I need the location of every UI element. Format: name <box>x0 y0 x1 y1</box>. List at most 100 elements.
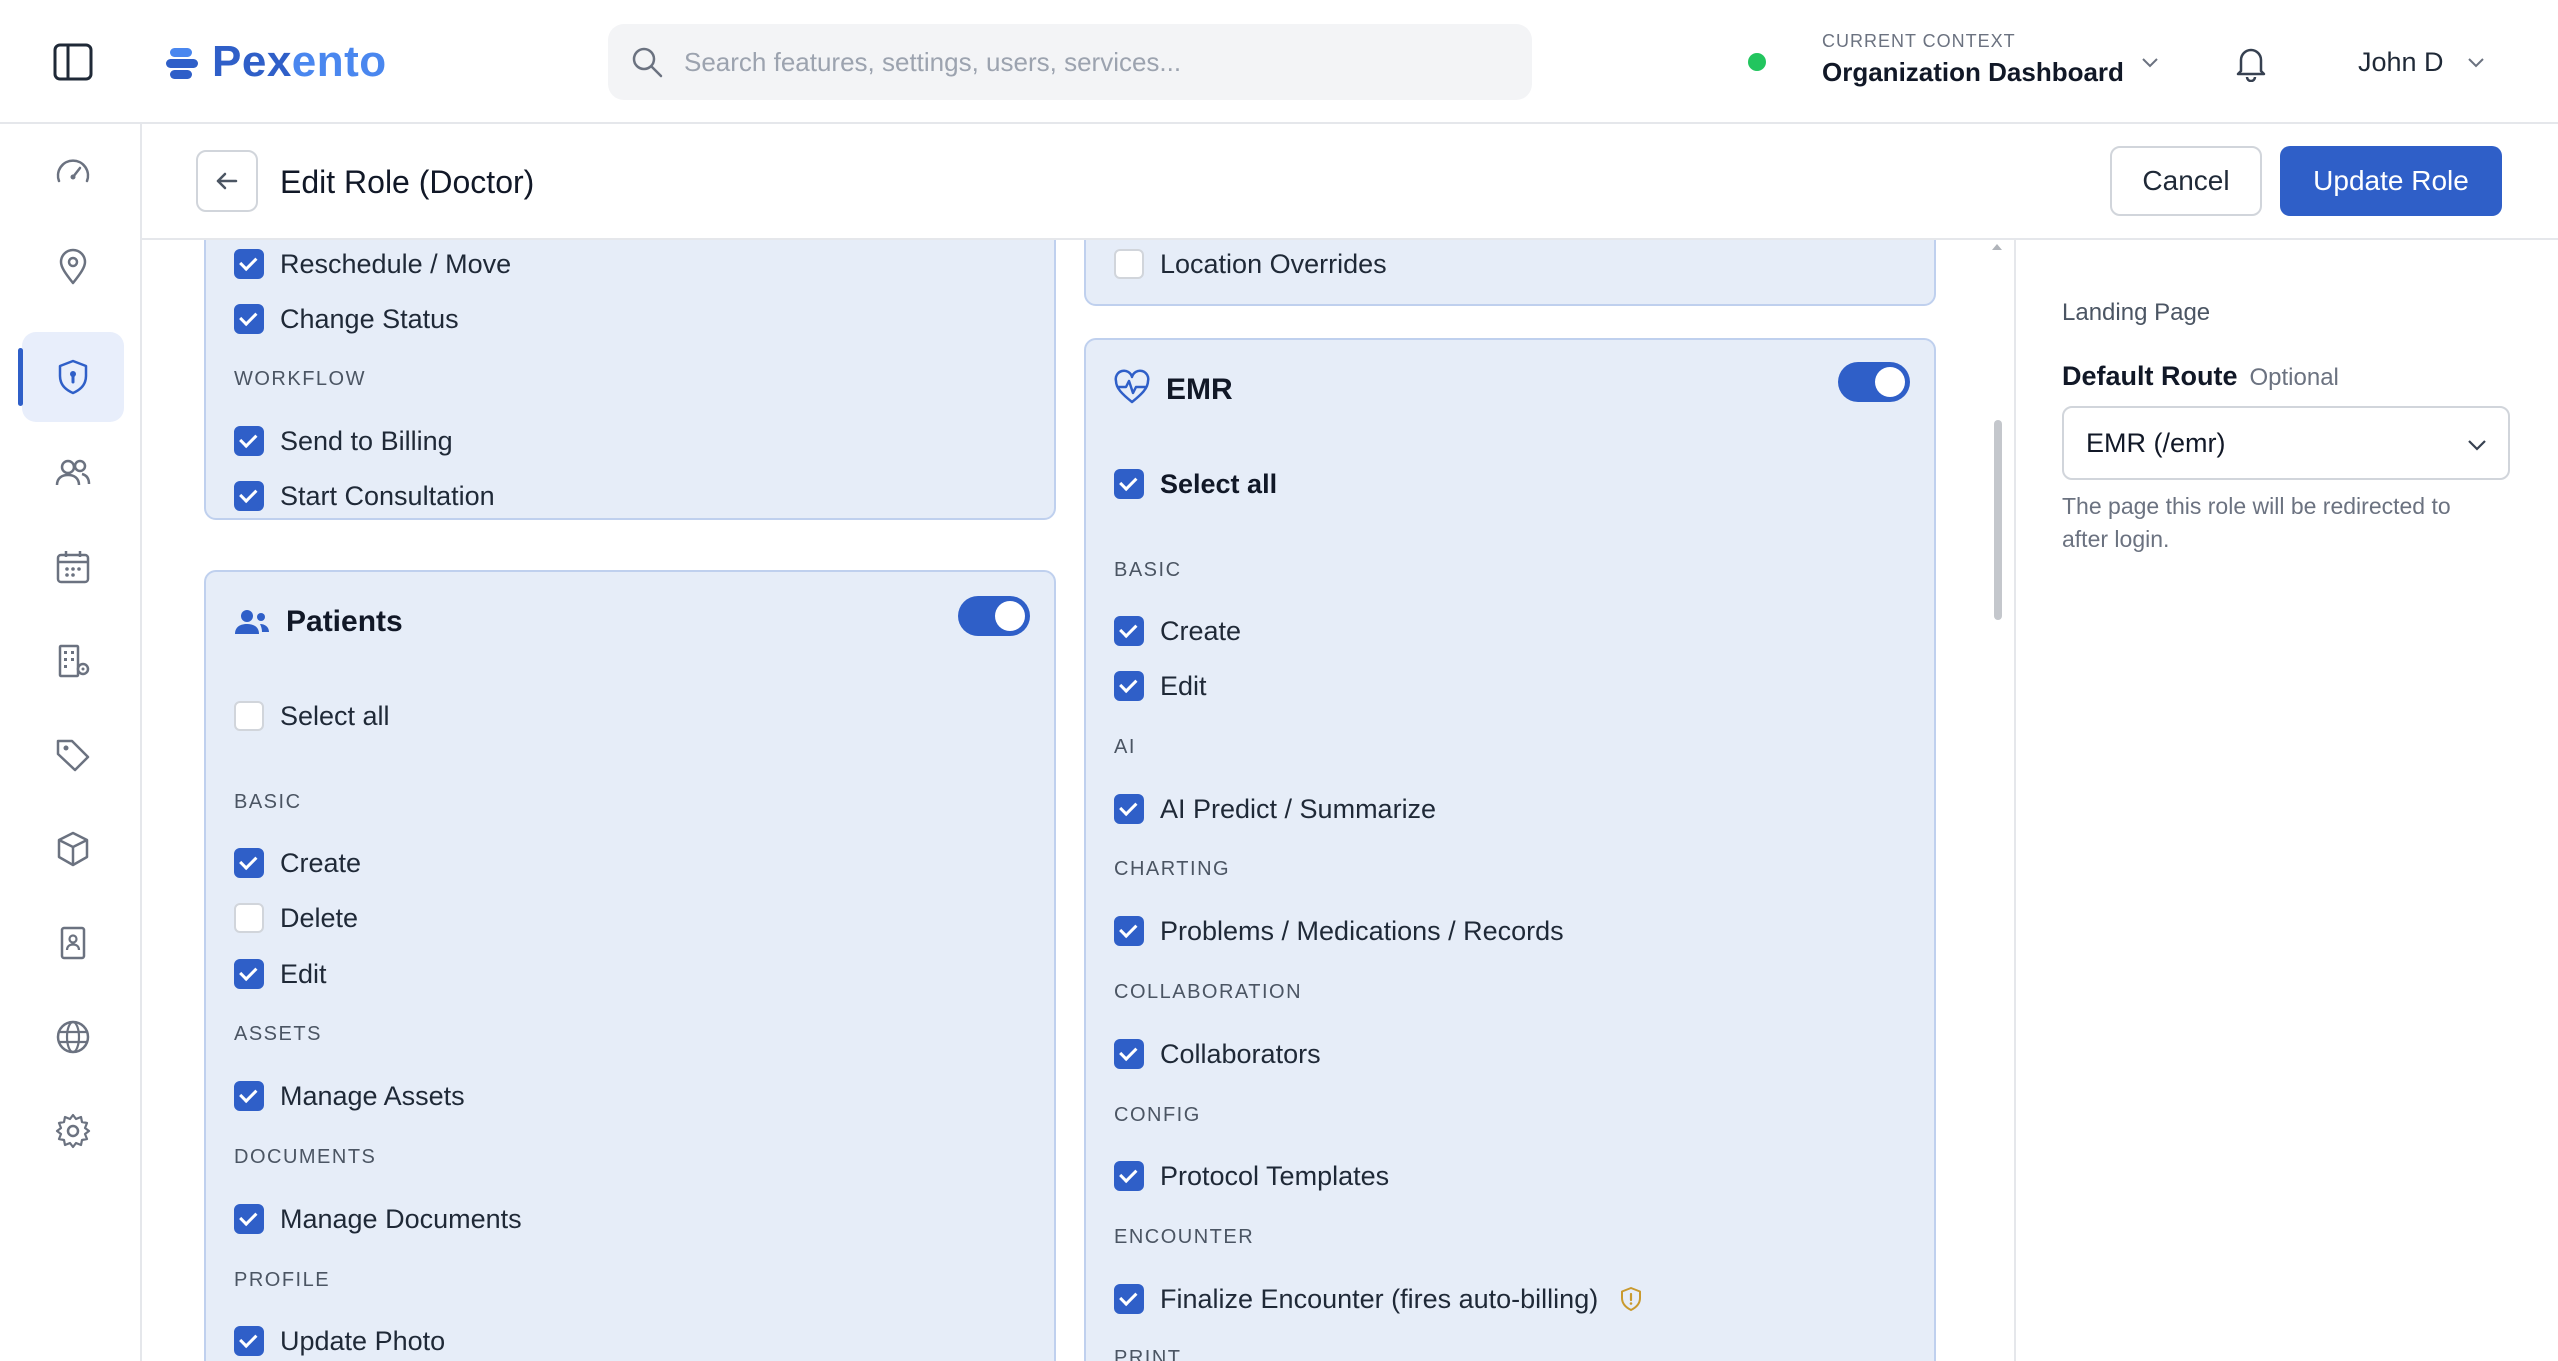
scrollbar-thumb[interactable] <box>1994 420 2002 620</box>
context-value: Organization Dashboard <box>1822 57 2124 87</box>
top-bar: Pexento CURRENT CONTEXT Organization Das… <box>0 0 2558 124</box>
shield-icon <box>58 359 88 395</box>
checkbox[interactable] <box>234 903 264 933</box>
permission-row[interactable]: AI Predict / Summarize <box>1114 789 1436 829</box>
checkbox[interactable] <box>234 1081 264 1111</box>
nav-item-contacts[interactable] <box>22 898 124 988</box>
default-route-select[interactable]: EMR (/emr) <box>2062 406 2510 480</box>
permission-row[interactable]: Edit <box>1114 666 1207 706</box>
chevron-down-icon[interactable] <box>2138 50 2162 74</box>
page-header: Edit Role (Doctor) Cancel Update Role <box>142 124 2558 240</box>
nav-item-roles[interactable] <box>18 332 124 422</box>
checkbox[interactable] <box>1114 671 1144 701</box>
nav-item-settings[interactable] <box>22 1086 124 1176</box>
global-search[interactable] <box>608 24 1532 100</box>
checkbox[interactable] <box>234 848 264 878</box>
nav-item-locations[interactable] <box>22 222 124 312</box>
checkbox[interactable] <box>234 1204 264 1234</box>
section-heading: ASSETS <box>234 1023 322 1045</box>
checkbox[interactable] <box>234 701 264 731</box>
permission-row[interactable]: Create <box>234 843 361 883</box>
permission-row[interactable]: Start Consultation <box>234 476 495 516</box>
permission-row[interactable]: Protocol Templates <box>1114 1156 1389 1196</box>
cancel-button[interactable]: Cancel <box>2110 146 2262 216</box>
nav-item-web[interactable] <box>22 992 124 1082</box>
checkbox[interactable] <box>234 481 264 511</box>
card-title: Patients <box>286 605 403 638</box>
arrow-left-icon <box>216 172 238 190</box>
bell-icon[interactable] <box>2234 44 2268 82</box>
permission-row[interactable]: Update Photo <box>234 1321 445 1361</box>
gauge-icon <box>56 159 90 183</box>
permission-row[interactable]: Manage Documents <box>234 1199 522 1239</box>
tag-icon <box>56 739 90 772</box>
checkbox[interactable] <box>1114 1284 1144 1314</box>
nav-item-users[interactable] <box>22 428 124 518</box>
section-heading: PROFILE <box>234 1269 331 1291</box>
panel-heading: Landing Page <box>2062 299 2211 326</box>
nav-item-dashboard[interactable] <box>22 128 124 218</box>
user-menu[interactable]: John D <box>2358 42 2444 82</box>
user-group-icon <box>235 610 269 634</box>
permission-row[interactable]: Send to Billing <box>234 421 453 461</box>
section-heading: DOCUMENTS <box>234 1146 377 1168</box>
checkbox[interactable] <box>1114 616 1144 646</box>
nav-item-calendar[interactable] <box>22 522 124 612</box>
checkbox[interactable] <box>1114 1039 1144 1069</box>
section-heading: BASIC <box>234 791 302 813</box>
checkbox[interactable] <box>1114 249 1144 279</box>
optional-tag: Optional <box>2249 364 2339 391</box>
section-heading: ENCOUNTER <box>1114 1226 1255 1248</box>
checkbox[interactable] <box>1114 794 1144 824</box>
section-heading: CHARTING <box>1114 858 1231 880</box>
checkbox[interactable] <box>1114 916 1144 946</box>
permission-row[interactable]: Problems / Medications / Records <box>1114 911 1564 951</box>
checkbox[interactable] <box>234 249 264 279</box>
default-route-help: The page this role will be redirected to… <box>2062 493 2451 552</box>
permission-row[interactable]: Reschedule / Move <box>234 244 511 284</box>
logo-mark-icon <box>166 42 202 82</box>
nav-item-products[interactable] <box>22 804 124 894</box>
patients-enable-toggle[interactable] <box>958 596 1030 636</box>
checkbox[interactable] <box>234 1326 264 1356</box>
sidebar-toggle-icon[interactable] <box>52 42 94 82</box>
select-all-row[interactable]: Select all <box>234 696 390 736</box>
permission-card-appointments: Reschedule / Move Change Status WORKFLOW… <box>204 240 1056 520</box>
context-status-dot <box>1748 53 1766 71</box>
context-switcher[interactable]: CURRENT CONTEXT Organization Dashboard <box>1822 28 2124 90</box>
permission-row[interactable]: Location Overrides <box>1114 244 1387 284</box>
checkbox[interactable] <box>1114 469 1144 499</box>
permission-row[interactable]: Manage Assets <box>234 1076 465 1116</box>
checkbox[interactable] <box>234 426 264 456</box>
search-icon <box>632 47 663 78</box>
page-title: Edit Role (Doctor) <box>280 164 535 200</box>
scroll-up-arrow-icon[interactable] <box>1992 244 2002 250</box>
checkbox[interactable] <box>234 959 264 989</box>
permission-row[interactable]: Finalize Encounter (fires auto-billing) <box>1114 1279 1644 1319</box>
select-all-row[interactable]: Select all <box>1114 464 1277 504</box>
nav-item-tags[interactable] <box>22 710 124 800</box>
permission-card-patients: Patients Select all BASIC Create Delete … <box>204 570 1056 1361</box>
section-heading: BASIC <box>1114 559 1182 581</box>
permission-row[interactable]: Collaborators <box>1114 1034 1321 1074</box>
content-scrollbar[interactable] <box>1990 240 2004 1361</box>
default-route-value: EMR (/emr) <box>2086 427 2226 458</box>
permission-row[interactable]: Create <box>1114 611 1241 651</box>
default-route-label: Default Route Optional <box>2062 361 2339 391</box>
nav-item-organization[interactable] <box>22 616 124 706</box>
heart-pulse-icon <box>1114 369 1150 404</box>
brand-logo[interactable]: Pexento <box>166 34 387 90</box>
update-role-button[interactable]: Update Role <box>2280 146 2502 216</box>
permission-row[interactable]: Delete <box>234 898 358 938</box>
section-heading: COLLABORATION <box>1114 981 1303 1003</box>
section-heading: PRINT <box>1114 1347 1182 1361</box>
checkbox[interactable] <box>234 304 264 334</box>
permission-row[interactable]: Change Status <box>234 299 459 339</box>
emr-enable-toggle[interactable] <box>1838 362 1910 402</box>
shield-alert-icon <box>1621 1287 1642 1311</box>
search-input[interactable] <box>684 46 1504 78</box>
checkbox[interactable] <box>1114 1161 1144 1191</box>
permission-row[interactable]: Edit <box>234 954 327 994</box>
back-button[interactable] <box>196 150 258 212</box>
chevron-down-icon[interactable] <box>2464 50 2488 74</box>
